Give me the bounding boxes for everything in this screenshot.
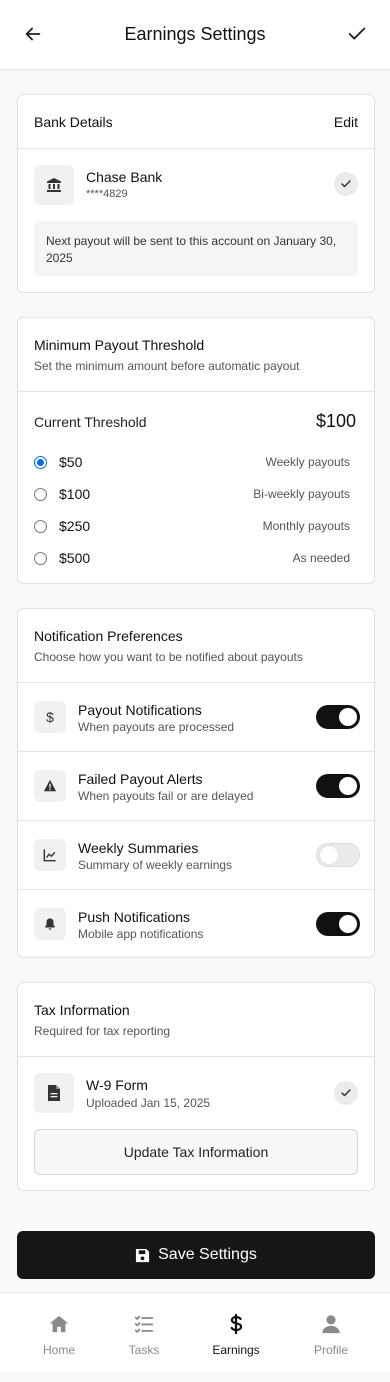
document-icon	[48, 1085, 60, 1101]
bottom-tab-bar: Home Tasks Earnings Profile	[0, 1292, 390, 1372]
radio-50[interactable]	[34, 455, 47, 469]
account-number: ****4829	[86, 188, 128, 200]
warning-icon-box	[34, 770, 66, 802]
bank-icon	[47, 178, 61, 192]
tasks-icon	[134, 1315, 154, 1333]
threshold-title: Minimum Payout Threshold	[34, 337, 205, 353]
notification-row-payout: $ Payout Notifications When payouts are …	[18, 682, 374, 751]
tab-tasks[interactable]: Tasks	[99, 1293, 189, 1373]
threshold-option-100[interactable]: $100 Bi-weekly payouts	[34, 484, 350, 504]
notification-title-text: Weekly Summaries	[78, 840, 199, 856]
tax-form-name: W-9 Form	[86, 1077, 148, 1093]
tax-title: Tax Information	[34, 1002, 130, 1018]
page-title: Earnings Settings	[124, 24, 266, 44]
tab-label: Home	[42, 1343, 75, 1357]
update-tax-button[interactable]: Update Tax Information	[34, 1129, 358, 1175]
threshold-option-50[interactable]: $50 Weekly payouts	[34, 452, 350, 472]
radio-500[interactable]	[34, 551, 47, 565]
bank-icon-box	[34, 165, 74, 205]
current-threshold-value: $100	[315, 411, 356, 431]
option-amount: $100	[59, 486, 91, 502]
notification-row-push: Push Notifications Mobile app notificati…	[18, 889, 374, 957]
threshold-header: Minimum Payout Threshold Set the minimum…	[18, 318, 374, 392]
notification-desc-text: When payouts are processed	[78, 720, 235, 734]
notification-preferences-card: Notification Preferences Choose how you …	[17, 608, 375, 958]
notification-row-weekly: Weekly Summaries Summary of weekly earni…	[18, 820, 374, 889]
weekly-summaries-toggle[interactable]	[316, 843, 360, 867]
bank-verified-badge	[334, 172, 358, 196]
tax-header: Tax Information Required for tax reporti…	[18, 983, 374, 1057]
threshold-option-250[interactable]: $250 Monthly payouts	[34, 516, 350, 536]
notification-header: Notification Preferences Choose how you …	[18, 609, 374, 683]
dollar-icon-box: $	[34, 701, 66, 733]
bell-icon-box	[34, 908, 66, 940]
option-description: As needed	[292, 551, 350, 565]
check-icon	[341, 1089, 351, 1097]
dollar-icon: $	[46, 709, 54, 725]
threshold-option-500[interactable]: $500 As needed	[34, 548, 350, 568]
notification-subtitle: Choose how you want to be notified about…	[34, 650, 303, 664]
tab-label: Earnings	[212, 1343, 260, 1357]
tab-label: Profile	[313, 1343, 348, 1357]
tax-form-status: Uploaded Jan 15, 2025	[86, 1096, 211, 1110]
notification-desc-text: Summary of weekly earnings	[78, 858, 233, 872]
chart-line-icon-box	[34, 839, 66, 871]
radio-250[interactable]	[34, 519, 47, 533]
tax-information-card: Tax Information Required for tax reporti…	[17, 982, 375, 1191]
notification-title: Notification Preferences	[34, 628, 183, 644]
bank-details-card: Bank Details Edit Chase Bank ****4829 Ne…	[17, 94, 375, 293]
tab-label: Tasks	[128, 1343, 160, 1357]
tab-home[interactable]: Home	[14, 1293, 104, 1373]
notification-desc-text: When payouts fail or are delayed	[78, 789, 254, 803]
notification-title-text: Payout Notifications	[78, 702, 202, 718]
warning-icon	[43, 779, 57, 792]
option-description: Monthly payouts	[262, 519, 350, 533]
option-amount: $500	[59, 550, 91, 566]
bank-name: Chase Bank	[86, 169, 163, 185]
payout-notifications-toggle[interactable]	[316, 705, 360, 729]
notification-title-text: Failed Payout Alerts	[78, 771, 203, 787]
tax-verified-badge	[334, 1081, 358, 1105]
user-icon	[322, 1315, 340, 1334]
save-icon	[136, 1248, 150, 1262]
notification-title-text: Push Notifications	[78, 909, 191, 925]
threshold-subtitle: Set the minimum amount before automatic …	[34, 359, 300, 373]
save-settings-button[interactable]: Save Settings	[17, 1231, 375, 1279]
confirm-check-icon[interactable]	[346, 23, 368, 45]
bell-icon	[45, 918, 55, 930]
app-header: Earnings Settings	[0, 0, 390, 70]
payout-note: Next payout will be sent to this account…	[34, 221, 358, 276]
current-threshold-label: Current Threshold	[34, 414, 147, 430]
option-description: Bi-weekly payouts	[253, 487, 350, 501]
threshold-card: Minimum Payout Threshold Set the minimum…	[17, 317, 375, 584]
tab-profile[interactable]: Profile	[286, 1293, 376, 1373]
update-tax-label: Update Tax Information	[123, 1144, 269, 1160]
push-notifications-toggle[interactable]	[316, 912, 360, 936]
option-amount: $250	[59, 518, 91, 534]
document-icon-box	[34, 1073, 74, 1113]
edit-bank-button[interactable]: Edit	[334, 114, 358, 130]
save-settings-label: Save Settings	[158, 1246, 257, 1263]
tab-earnings[interactable]: Earnings	[191, 1293, 281, 1373]
notification-row-failed: Failed Payout Alerts When payouts fail o…	[18, 751, 374, 820]
check-icon	[341, 180, 351, 188]
dollar-icon	[230, 1313, 243, 1335]
radio-100[interactable]	[34, 487, 47, 501]
notification-desc-text: Mobile app notifications	[78, 927, 204, 941]
option-description: Weekly payouts	[265, 455, 351, 469]
bank-details-title: Bank Details	[34, 114, 113, 130]
payout-note-text: Next payout will be sent to this account…	[46, 234, 337, 265]
bank-details-header: Bank Details Edit	[18, 95, 374, 149]
chart-line-icon	[43, 849, 56, 862]
failed-payout-alerts-toggle[interactable]	[316, 774, 360, 798]
option-amount: $50	[59, 454, 83, 470]
home-icon	[49, 1315, 69, 1333]
tax-subtitle: Required for tax reporting	[34, 1024, 171, 1038]
